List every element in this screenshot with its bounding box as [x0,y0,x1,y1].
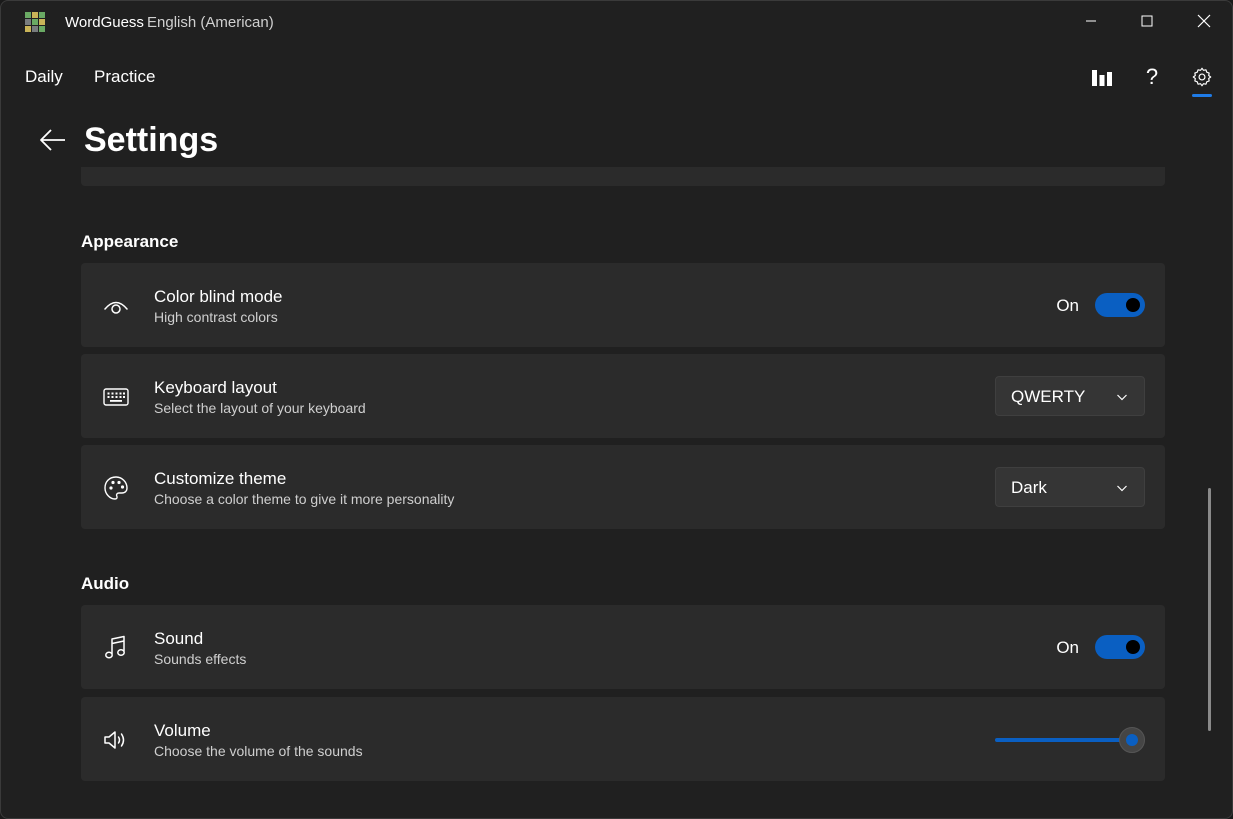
help-button[interactable]: ? [1138,63,1166,91]
setting-card-sound: Sound Sounds effects On [81,605,1165,689]
music-note-icon [101,633,131,663]
tab-practice[interactable]: Practice [94,67,155,87]
logo-tile [39,26,45,32]
minimize-icon [1086,20,1096,22]
toggle-state-label: On [1056,296,1079,315]
dropdown-value: QWERTY [1011,387,1086,406]
setting-description: Sounds effects [154,651,247,667]
back-button[interactable] [35,123,71,157]
app-logo-icon [25,12,45,32]
keyboard-layout-dropdown[interactable]: QWERTY [995,376,1145,416]
dropdown-value: Dark [1011,478,1047,497]
setting-description: Choose the volume of the sounds [154,743,363,759]
logo-tile [32,26,38,32]
sound-toggle[interactable] [1095,635,1145,659]
theme-dropdown[interactable]: Dark [995,467,1145,507]
active-tab-indicator [1192,94,1212,97]
section-title-audio: Audio [81,574,130,593]
setting-card-keyboard-layout: Keyboard layout Select the layout of you… [81,354,1165,438]
setting-card-theme: Customize theme Choose a color theme to … [81,445,1165,529]
stats-icon [1092,70,1112,86]
chevron-down-icon [1117,485,1127,492]
maximize-button[interactable] [1119,1,1175,41]
setting-description: High contrast colors [154,309,278,325]
logo-tile [32,12,38,18]
speaker-icon [101,725,131,755]
vertical-scrollbar[interactable] [1208,488,1211,731]
setting-title: Keyboard layout [154,378,277,397]
logo-tile [25,19,31,25]
eye-icon [101,291,131,321]
title-bar: WordGuess English (American) [1,1,1232,43]
settings-button[interactable] [1188,63,1216,91]
logo-tile [25,26,31,32]
page-title: Settings [84,121,219,159]
volume-slider-track[interactable] [995,738,1135,742]
setting-title: Sound [154,629,204,648]
setting-card-volume: Volume Choose the volume of the sounds [81,697,1165,781]
settings-icon [1192,67,1212,87]
keyboard-icon [101,382,131,412]
logo-tile [39,19,45,25]
app-window: WordGuess English (American) Daily Pract… [0,0,1233,819]
help-icon: ? [1145,64,1159,89]
chevron-down-icon [1117,394,1127,401]
app-title: WordGuess [65,14,144,31]
setting-title: Customize theme [154,469,287,488]
section-title-appearance: Appearance [81,232,179,251]
app-language: English (American) [147,14,274,31]
palette-icon [101,473,131,503]
maximize-icon [1141,15,1153,27]
logo-tile [25,12,31,18]
logo-tile [39,12,45,18]
previous-card-edge [81,167,1165,186]
close-button[interactable] [1176,1,1232,41]
setting-description: Choose a color theme to give it more per… [154,491,455,507]
close-icon [1197,14,1211,28]
color-blind-toggle[interactable] [1095,293,1145,317]
setting-title: Volume [154,721,211,740]
stats-button[interactable] [1088,63,1116,91]
setting-title: Color blind mode [154,287,283,306]
toggle-knob [1126,298,1140,312]
setting-card-color-blind: Color blind mode High contrast colors On [81,263,1165,347]
toggle-knob [1126,640,1140,654]
back-arrow-icon [40,129,65,151]
logo-tile [32,19,38,25]
volume-slider-thumb[interactable] [1119,727,1145,753]
slider-thumb-dot [1126,734,1138,746]
minimize-button[interactable] [1063,1,1119,41]
toggle-state-label: On [1056,638,1079,657]
tab-daily[interactable]: Daily [25,67,63,87]
setting-description: Select the layout of your keyboard [154,400,366,416]
